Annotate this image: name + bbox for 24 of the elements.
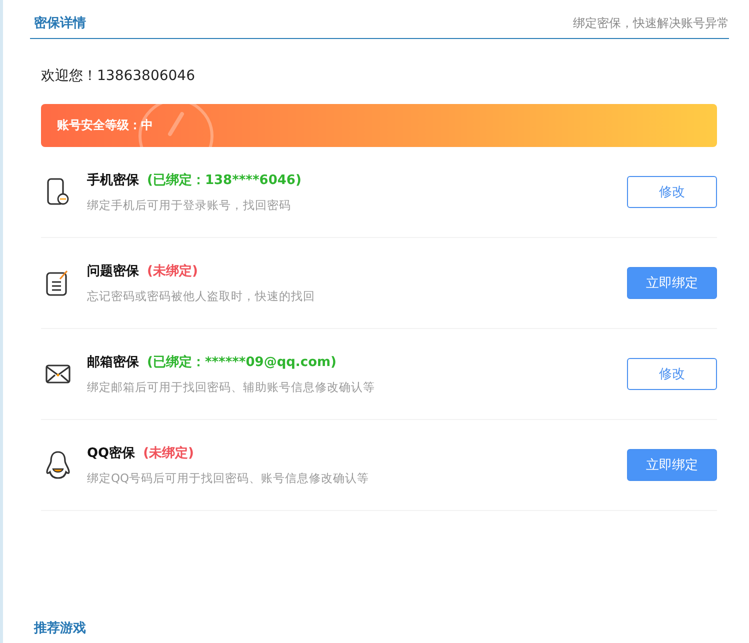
- item-description: 绑定邮箱后可用于找回密码、辅助账号信息修改确认等: [87, 380, 376, 395]
- bind-status: (未绑定): [143, 444, 194, 462]
- bind-status: (未绑定): [147, 262, 198, 280]
- penguin-icon: [45, 450, 71, 480]
- section-subtitle: 绑定密保，快速解决账号异常: [573, 15, 729, 32]
- item-description: 忘记密码或密码被他人盗取时，快速的找回: [87, 289, 316, 304]
- bind-button[interactable]: 立即绑定: [627, 449, 717, 481]
- item-title: QQ密保: [87, 444, 136, 462]
- security-level-text: 账号安全等级：中: [57, 117, 153, 134]
- item-description: 绑定QQ号码后可用于找回密码、账号信息修改确认等: [87, 471, 370, 486]
- item-title: 问题密保: [87, 262, 139, 280]
- item-title: 手机密保: [87, 172, 139, 189]
- bind-status: (已绑定：138****6046): [147, 172, 302, 189]
- modify-button[interactable]: 修改: [627, 176, 717, 208]
- bind-status: (已绑定：******09@qq.com): [147, 354, 336, 371]
- item-description: 绑定手机后可用于登录账号，找回密码: [87, 198, 292, 213]
- item-title: 邮箱密保: [87, 354, 139, 371]
- welcome-text: 欢迎您！13863806046: [41, 67, 196, 86]
- bind-button[interactable]: 立即绑定: [627, 267, 717, 299]
- modify-button[interactable]: 修改: [627, 358, 717, 390]
- envelope-icon: [45, 364, 71, 384]
- section-title: 密保详情: [34, 14, 86, 32]
- phone-icon: [45, 177, 71, 207]
- section-title: 推荐游戏: [32, 620, 87, 638]
